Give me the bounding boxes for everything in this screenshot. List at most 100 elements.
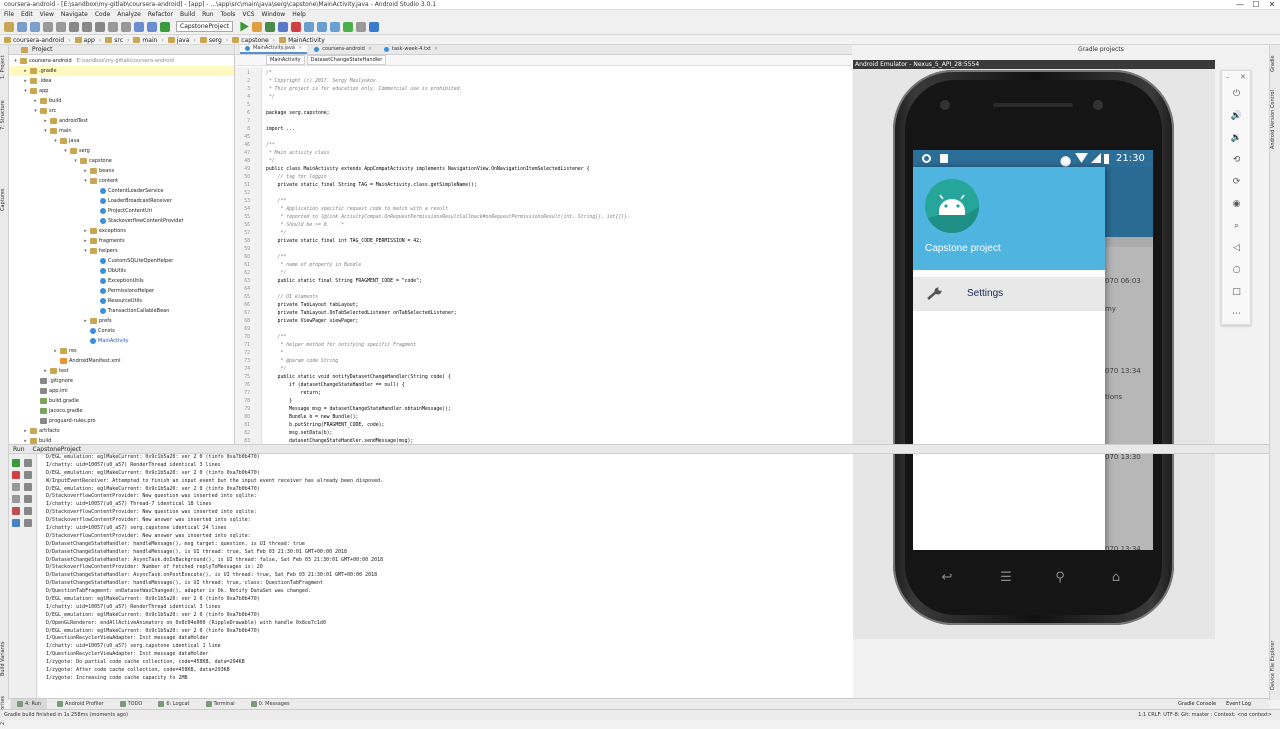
scroll-down-icon[interactable]: [24, 471, 32, 479]
panel-minimize-icon[interactable]: –: [1226, 73, 1230, 81]
editor-crumb[interactable]: DatasetChangeStateHandler: [306, 55, 387, 65]
tree-node[interactable]: build.gradle: [9, 396, 234, 406]
paste-icon[interactable]: [95, 21, 105, 32]
rerun-icon[interactable]: [12, 459, 20, 467]
copy-icon[interactable]: [82, 21, 92, 32]
project-panel-title[interactable]: Project: [32, 45, 53, 55]
editor-crumb[interactable]: MainActivity: [266, 55, 305, 65]
expanded-arrow-icon[interactable]: ▾: [43, 126, 48, 136]
close-tab-icon[interactable]: ×: [368, 45, 372, 54]
open-folder-icon[interactable]: [4, 21, 14, 32]
redo-icon[interactable]: [56, 21, 66, 32]
tree-node[interactable]: ContentLoaderService: [9, 186, 234, 196]
bottom-tab[interactable]: Terminal: [200, 699, 241, 709]
run-panel-config[interactable]: CapstoneProject: [32, 446, 81, 453]
editor-tab[interactable]: task-week-4.txt ×: [379, 45, 443, 54]
cut-icon[interactable]: [69, 21, 79, 32]
collapsed-arrow-icon[interactable]: ▸: [83, 316, 88, 326]
tree-node[interactable]: TransactionCallableBean: [9, 306, 234, 316]
collapsed-arrow-icon[interactable]: ▸: [33, 96, 38, 106]
tree-node[interactable]: ExceptionUtils: [9, 276, 234, 286]
tree-node[interactable]: ResourceUtils: [9, 296, 234, 306]
editor-tab[interactable]: MainActivity.java ×: [240, 45, 308, 54]
side-tab-captures[interactable]: Captures: [0, 185, 9, 215]
tree-node[interactable]: AndroidManifest.xml: [9, 356, 234, 366]
tree-node[interactable]: ▸ prefs: [9, 316, 234, 326]
bottom-tab[interactable]: 0: Messages: [245, 699, 296, 709]
device-screen[interactable]: ⬤ 21:30 S 070 06:03my070 13:34tions070 1…: [913, 150, 1153, 550]
tree-node[interactable]: ▾ main: [9, 126, 234, 136]
tree-node[interactable]: ▸ build: [9, 436, 234, 444]
power-icon[interactable]: ⏻: [1230, 88, 1243, 101]
pin-icon[interactable]: [12, 495, 20, 503]
tree-node[interactable]: DbUtils: [9, 266, 234, 276]
breadcrumb-item[interactable]: coursera-android: [4, 37, 64, 44]
collapsed-arrow-icon[interactable]: ▸: [43, 366, 48, 376]
apply-changes-icon[interactable]: [251, 21, 262, 32]
menu-vcs[interactable]: VCS: [242, 11, 254, 18]
tree-node[interactable]: ▸ build: [9, 96, 234, 106]
menu-build[interactable]: Build: [180, 11, 195, 18]
collapsed-arrow-icon[interactable]: ▸: [43, 116, 48, 126]
bottom-tab[interactable]: TODO: [114, 699, 149, 709]
editor-tab[interactable]: coursera-android ×: [309, 45, 377, 54]
tree-node[interactable]: app.iml: [9, 386, 234, 396]
make-project-icon[interactable]: [160, 21, 170, 32]
restore-layout-icon[interactable]: [12, 483, 20, 491]
breadcrumb-item[interactable]: capstone: [232, 37, 269, 44]
menu-edit[interactable]: Edit: [21, 11, 33, 18]
hw-search-icon[interactable]: ⚲: [1052, 570, 1068, 586]
help-icon[interactable]: [368, 21, 379, 32]
expanded-arrow-icon[interactable]: ▾: [83, 246, 88, 256]
camera-icon[interactable]: ◉: [1230, 198, 1243, 211]
close-button[interactable]: ✕: [1264, 0, 1280, 10]
menu-run[interactable]: Run: [202, 11, 214, 18]
close-tab-icon[interactable]: ×: [298, 45, 302, 53]
avd-manager-icon[interactable]: [316, 21, 327, 32]
expanded-arrow-icon[interactable]: ▾: [13, 56, 18, 66]
menu-view[interactable]: View: [40, 11, 54, 18]
tree-node[interactable]: ▸ .idea: [9, 76, 234, 86]
gradle-projects-tab[interactable]: Gradle projects: [1078, 45, 1268, 55]
overview-icon[interactable]: □: [1230, 286, 1243, 299]
menu-refactor[interactable]: Refactor: [148, 11, 173, 18]
side-tab-build-variants[interactable]: Build Variants: [0, 635, 9, 683]
tree-node[interactable]: CustomSQLiteOpenHelper: [9, 256, 234, 266]
tree-node[interactable]: ▸ test: [9, 366, 234, 376]
collapsed-arrow-icon[interactable]: ▸: [23, 66, 28, 76]
back-nav-icon[interactable]: [134, 21, 144, 32]
tree-node[interactable]: Consts: [9, 326, 234, 336]
project-structure-icon[interactable]: [355, 21, 366, 32]
side-tab-project[interactable]: 1: Project: [0, 47, 9, 87]
menu-code[interactable]: Code: [95, 11, 110, 18]
attach-debugger-icon[interactable]: [277, 21, 288, 32]
drawer-item-settings[interactable]: Settings: [913, 277, 1105, 311]
sdk-manager-icon[interactable]: [329, 21, 340, 32]
side-tab-device-file-explorer[interactable]: Device File Explorer: [1270, 635, 1279, 695]
tree-node[interactable]: ▸ res: [9, 346, 234, 356]
undo-icon[interactable]: [43, 21, 53, 32]
rotate-left-icon[interactable]: ⟲: [1230, 154, 1243, 167]
event-log-tab[interactable]: Event Log: [1226, 699, 1251, 709]
expanded-arrow-icon[interactable]: ▾: [63, 146, 68, 156]
bottom-tab[interactable]: 6: Logcat: [152, 699, 195, 709]
tree-node[interactable]: ▸ exceptions: [9, 226, 234, 236]
tree-node[interactable]: ▾ content: [9, 176, 234, 186]
tree-node[interactable]: ▸ beans: [9, 166, 234, 176]
tree-node[interactable]: ProjectContentUri: [9, 206, 234, 216]
side-tab-structure[interactable]: 7: Structure: [0, 95, 9, 135]
tree-node[interactable]: LoaderBroadcastReceiver: [9, 196, 234, 206]
tree-node[interactable]: ▸ fragments: [9, 236, 234, 246]
tree-node[interactable]: ▾ serg: [9, 146, 234, 156]
collapsed-arrow-icon[interactable]: ▸: [23, 76, 28, 86]
tree-node[interactable]: proguard-rules.pro: [9, 416, 234, 426]
side-tab-gradle[interactable]: Gradle: [1270, 49, 1279, 79]
volume-up-icon[interactable]: 🔊: [1230, 110, 1243, 123]
breadcrumb-item[interactable]: java: [167, 37, 189, 44]
menu-file[interactable]: File: [4, 11, 14, 18]
clear-all-icon[interactable]: [24, 519, 32, 527]
collapsed-arrow-icon[interactable]: ▸: [83, 226, 88, 236]
stop-run-icon[interactable]: [12, 471, 20, 479]
code-area[interactable]: /* * Copyright (c) 2017. Sergy Maslyukov…: [266, 70, 846, 444]
tree-node[interactable]: jacoco.gradle: [9, 406, 234, 416]
